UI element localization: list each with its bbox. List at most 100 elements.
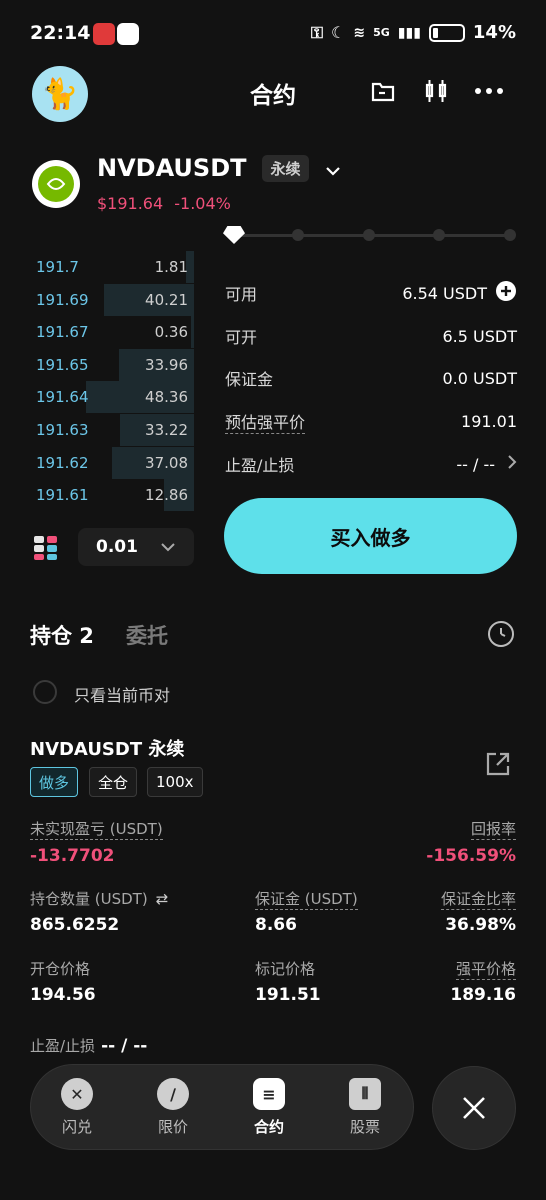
openable-label: 可开 <box>225 328 258 347</box>
pos-margin-value: 8.66 <box>255 915 297 935</box>
tpsl-row[interactable]: 止盈/止损 -- / -- <box>225 443 517 485</box>
slider-mark <box>433 229 445 241</box>
chevron-right-icon <box>507 454 517 474</box>
size-label: 持仓数量 (USDT) <box>30 890 148 908</box>
tab-orders[interactable]: 委托 <box>126 620 168 650</box>
entry-price-label: 开仓价格 <box>30 960 91 978</box>
orderbook-price: 191.62 <box>36 453 89 472</box>
wifi-icon: ≋ <box>353 24 366 41</box>
size-label-group: 持仓数量 (USDT) ⇄ <box>30 888 168 909</box>
history-clock-icon[interactable] <box>488 621 514 647</box>
layout-toggle-icon[interactable] <box>33 535 59 561</box>
close-menu-button[interactable] <box>432 1066 516 1150</box>
orderbook-amount: 0.36 <box>154 323 188 342</box>
size-value: 865.6252 <box>30 915 120 935</box>
slider-mark <box>504 229 516 241</box>
slider-thumb[interactable] <box>223 226 245 244</box>
perpetual-tag: 永续 <box>262 154 309 182</box>
orderbook-row[interactable]: 191.67 0.36 <box>30 316 194 349</box>
mark-price-label: 标记价格 <box>255 960 316 978</box>
precision-select[interactable]: 0.01 <box>78 528 194 566</box>
position-title: NVDAUSDT 永续 <box>30 739 185 760</box>
entry-price-value: 194.56 <box>30 985 96 1005</box>
pos-tpsl-row[interactable]: 止盈/止损 -- / -- <box>30 1035 147 1056</box>
symbol-selector[interactable]: NVDAUSDT 永续 <box>97 154 341 182</box>
nav-contract-label: 合约 <box>253 1118 284 1136</box>
symbol-price: $191.64 <box>97 194 164 213</box>
nav-stock[interactable]: ⫴ 股票 <box>330 1078 400 1137</box>
buy-long-button[interactable]: 买入做多 <box>224 498 517 574</box>
orderbook-row[interactable]: 191.62 37.08 <box>30 446 194 479</box>
tab-positions[interactable]: 持仓 2 <box>30 620 94 650</box>
chevron-down-icon <box>325 154 341 182</box>
add-funds-icon[interactable] <box>495 280 517 306</box>
available-row: 可用 6.54 USDT <box>225 272 517 314</box>
orderbook-row[interactable]: 191.64 48.36 <box>30 381 194 414</box>
pos-margin-label[interactable]: 保证金 (USDT) <box>255 888 358 910</box>
symbol-name: NVDAUSDT <box>97 154 247 182</box>
more-icon[interactable] <box>474 76 504 106</box>
share-icon[interactable] <box>484 750 512 778</box>
nav-swap[interactable]: ✕ 闪兑 <box>42 1078 112 1137</box>
key-icon: ⚿ <box>310 22 324 42</box>
contract-icon: ≡ <box>253 1078 285 1110</box>
orderbook-amount: 48.36 <box>145 388 188 407</box>
signal-icon: ▮▮▮ <box>397 24 421 41</box>
status-time: 22:14 <box>30 22 91 44</box>
slider-mark <box>363 229 375 241</box>
symbol-price-line: $191.64 -1.04% <box>97 194 231 213</box>
qq-notification-icon <box>117 23 139 45</box>
orderbook-price: 191.65 <box>36 355 89 374</box>
orderbook-row[interactable]: 191.61 12.86 <box>30 479 194 512</box>
orderbook-price: 191.69 <box>36 290 89 309</box>
orderbook-row[interactable]: 191.7 1.81 <box>30 251 194 283</box>
close-icon <box>463 1097 485 1119</box>
folder-icon[interactable] <box>368 76 398 106</box>
roe-value: -156.59% <box>426 846 516 866</box>
liq-price-value: 191.01 <box>461 411 517 431</box>
orderbook-price: 191.61 <box>36 486 89 505</box>
leverage-badge[interactable]: 100x <box>147 767 203 797</box>
liq-price-label[interactable]: 预估强平价 <box>225 409 306 434</box>
openable-row: 可开 6.5 USDT <box>225 315 517 357</box>
orderbook-price: 191.67 <box>36 323 89 342</box>
app-notification-icon <box>93 23 115 45</box>
battery-percent: 14% <box>472 22 516 43</box>
orderbook-amount: 12.86 <box>145 486 188 505</box>
side-badge: 做多 <box>30 767 79 797</box>
nav-contract[interactable]: ≡ 合约 <box>234 1078 304 1137</box>
slider-mark <box>292 229 304 241</box>
nav-limit-label: 限价 <box>157 1118 188 1136</box>
orderbook-row[interactable]: 191.69 40.21 <box>30 283 194 316</box>
margin-ratio-label[interactable]: 保证金比率 <box>440 888 516 910</box>
depth-bar <box>190 316 194 349</box>
pos-tpsl-label: 止盈/止损 <box>30 1037 96 1055</box>
orderbook-amount: 33.96 <box>145 355 188 374</box>
chart-settings-icon[interactable] <box>421 76 451 106</box>
moon-icon: ☾ <box>331 23 346 42</box>
upnl-value: -13.7702 <box>30 846 115 866</box>
orderbook-row[interactable]: 191.65 33.96 <box>30 348 194 381</box>
roe-label[interactable]: 回报率 <box>470 818 516 840</box>
current-pair-only-radio[interactable] <box>33 680 57 704</box>
nav-limit[interactable]: ∕ 限价 <box>138 1078 208 1137</box>
swap-units-icon[interactable]: ⇄ <box>156 890 169 908</box>
orderbook-amount: 40.21 <box>145 290 188 309</box>
liq-price-label-2[interactable]: 强平价格 <box>455 958 516 980</box>
upnl-label[interactable]: 未实现盈亏 (USDT) <box>30 818 163 840</box>
chevron-down-icon <box>160 537 176 557</box>
available-value: 6.54 USDT <box>402 283 487 303</box>
liq-price-row: 预估强平价 191.01 <box>225 400 517 442</box>
battery-icon <box>428 23 465 42</box>
tpsl-label: 止盈/止损 <box>225 456 295 475</box>
margin-label: 保证金 <box>225 370 274 389</box>
orderbook-price: 191.64 <box>36 388 89 407</box>
limit-icon: ∕ <box>157 1078 189 1110</box>
orderbook-amount: 33.22 <box>145 421 188 439</box>
page-title: 合约 <box>250 83 296 109</box>
nvidia-logo-icon <box>32 160 80 208</box>
orderbook-row[interactable]: 191.63 33.22 <box>30 414 194 446</box>
stock-icon: ⫴ <box>349 1078 381 1110</box>
margin-mode-badge[interactable]: 全仓 <box>89 767 138 797</box>
orderbook-price: 191.63 <box>36 421 89 439</box>
